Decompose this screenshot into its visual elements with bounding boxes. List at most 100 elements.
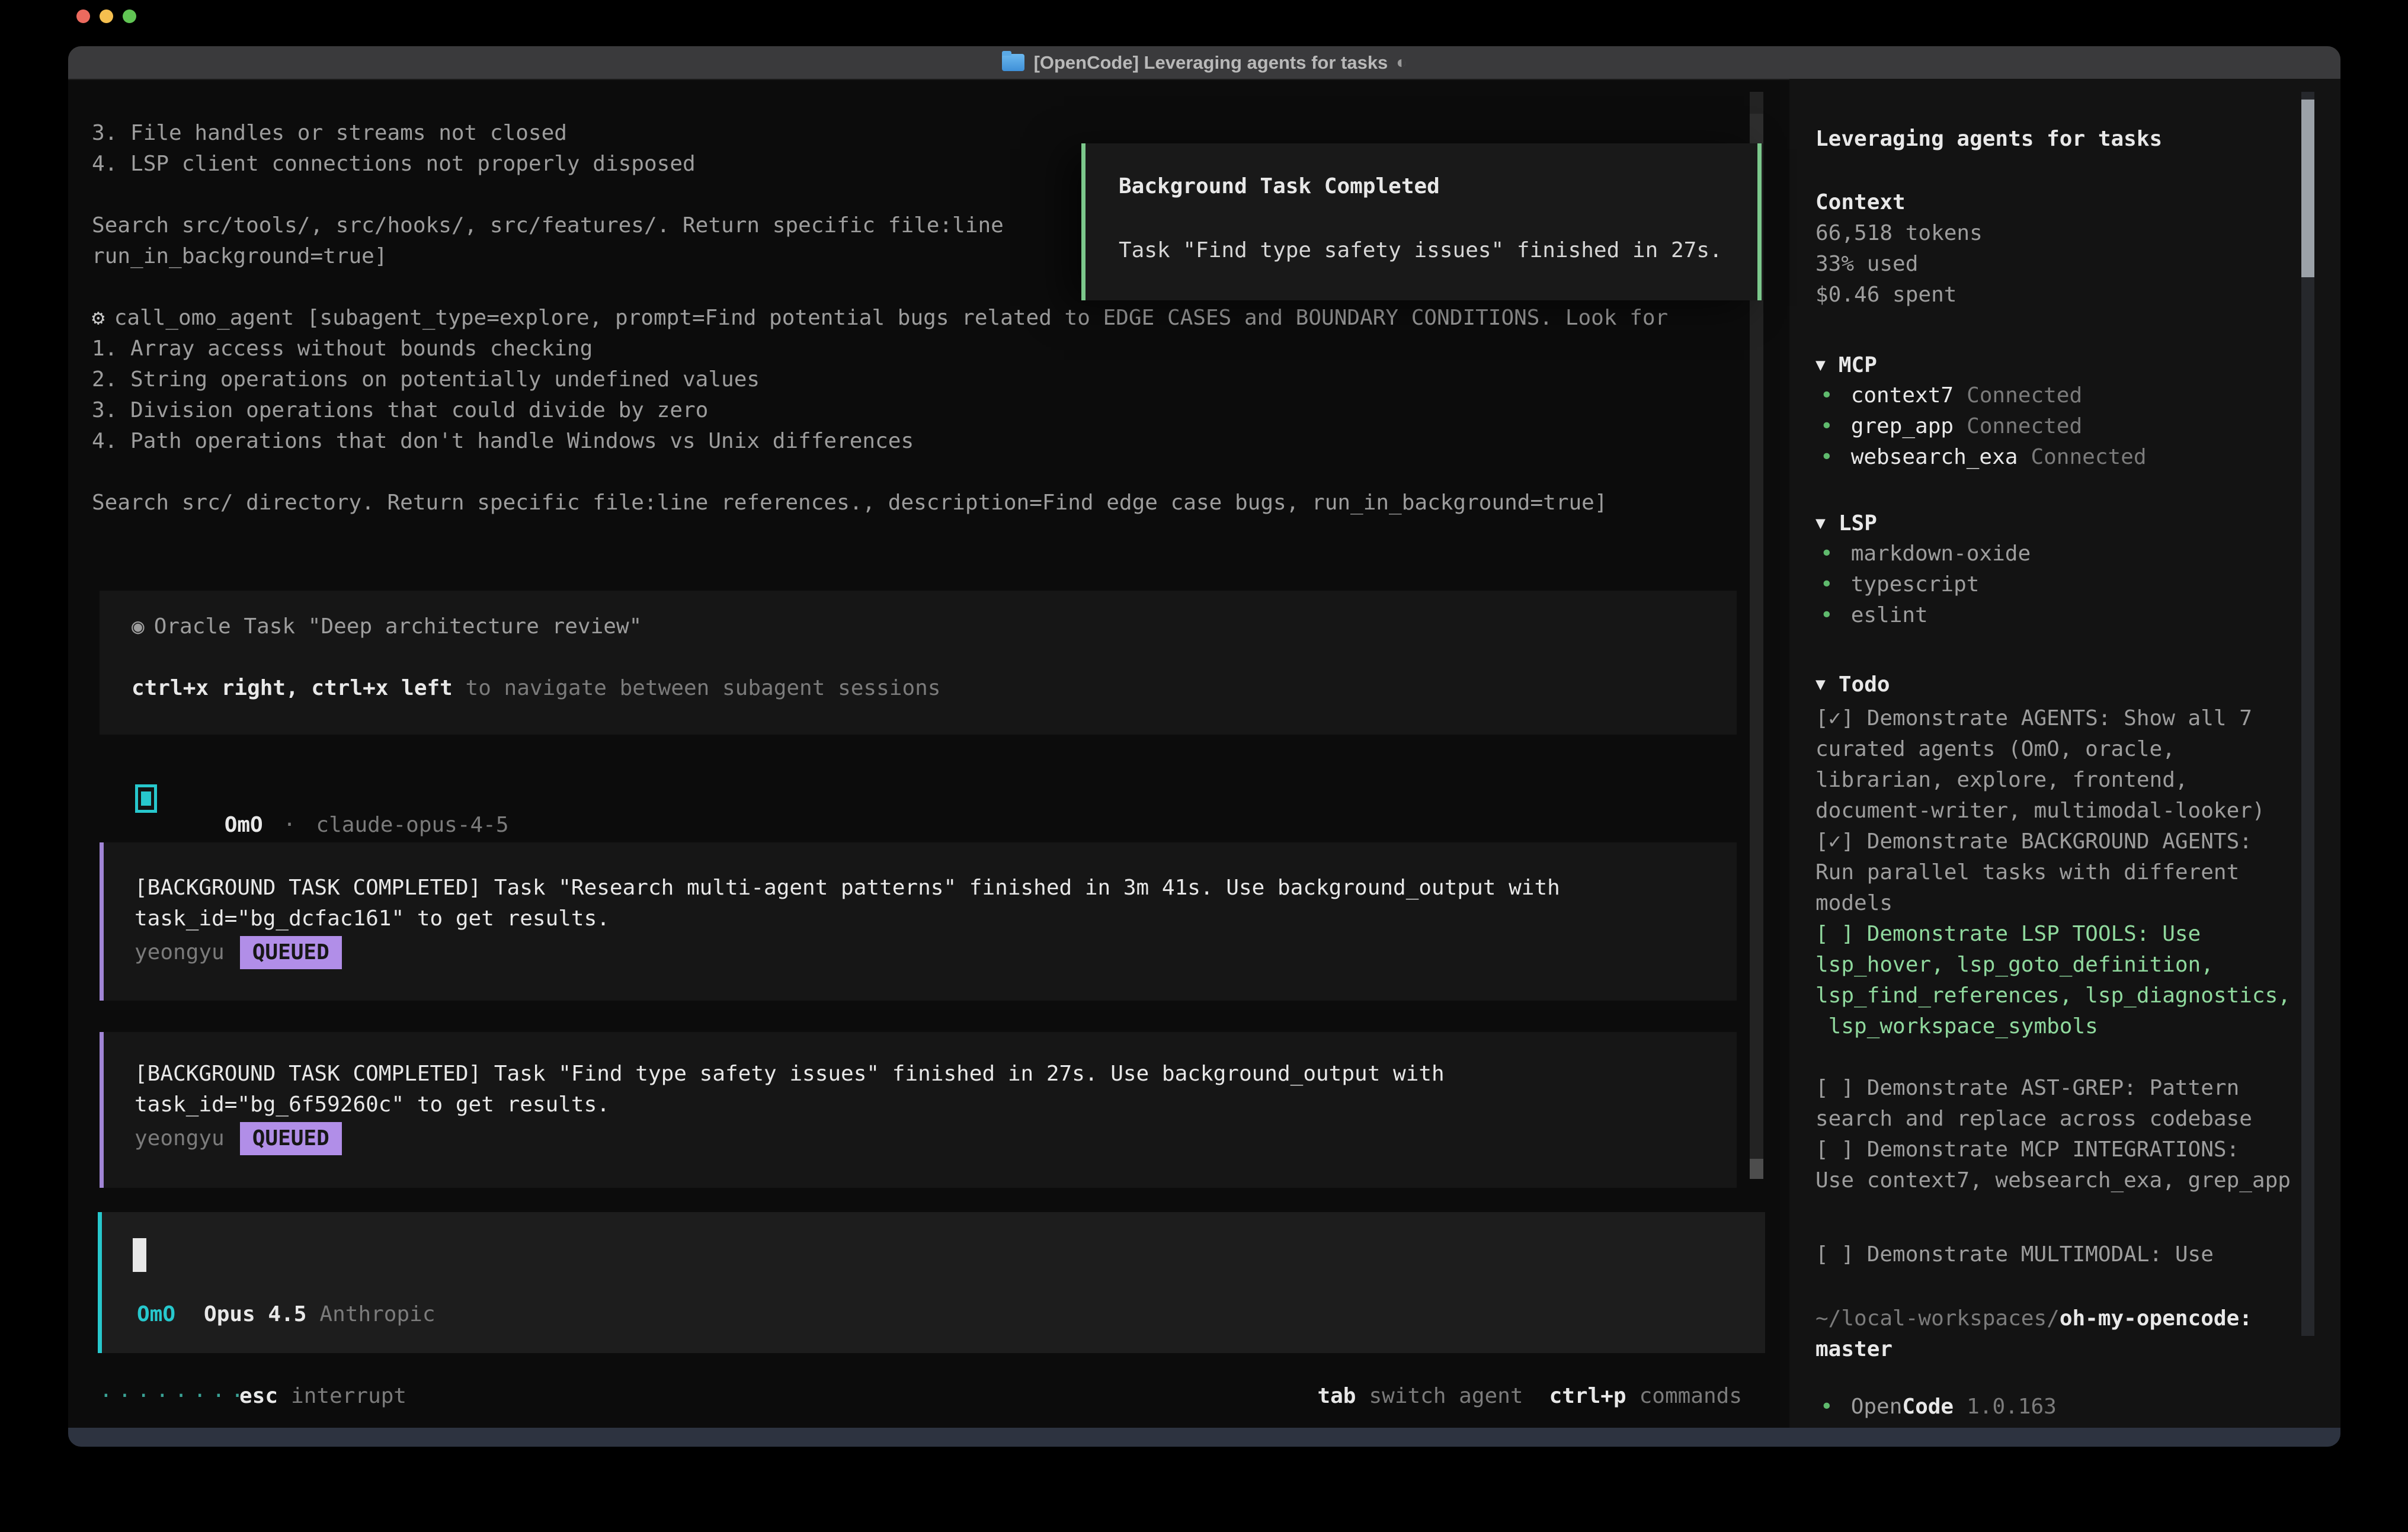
version-number: 1.0.163 (1967, 1395, 2057, 1419)
session-title: Leveraging agents for tasks (1815, 126, 2162, 153)
window-title: [OpenCode] Leveraging agents for tasks (1034, 52, 1388, 73)
chevron-down-icon: ▼ (1815, 355, 1826, 374)
close-button[interactable] (76, 9, 90, 23)
tool-call-line: ⚙call_omo_agent [subagent_type=explore, … (92, 305, 1668, 332)
task-meta-row: yeongyu QUEUED (135, 1122, 342, 1155)
separator-dot: · (283, 813, 296, 837)
input-model-row: OmO Opus 4.5 Anthropic (137, 1301, 436, 1328)
todo-line: Use context7, websearch_exa, grep_app (1815, 1167, 2291, 1194)
todo-line: [ ] Demonstrate MULTIMODAL: Use (1815, 1241, 2214, 1268)
scrollback-line: run_in_background=true] (92, 243, 388, 270)
input-model-name: Opus 4.5 (204, 1302, 306, 1326)
chevron-down-icon: ▼ (1815, 513, 1826, 533)
statusbar-right: tabswitch agentctrl+pcommands (1317, 1383, 1742, 1410)
todo-line: librarian, explore, frontend, (1815, 767, 2188, 794)
todo-line: Run parallel tasks with different (1815, 859, 2239, 886)
gear-icon: ⚙ (92, 306, 105, 330)
task-message-line: task_id="bg_6f59260c" to get results. (135, 1091, 610, 1118)
context-spent: $0.46 spent (1815, 281, 1956, 309)
oracle-task-box: ◉Oracle Task "Deep architecture review" … (100, 591, 1737, 735)
window-bottom-strip (68, 1428, 2340, 1447)
input-agent-name: OmO (137, 1302, 175, 1326)
scrollback-line: Search src/tools/, src/hooks/, src/featu… (92, 212, 1004, 239)
minimize-button[interactable] (100, 9, 113, 23)
task-message-line: [BACKGROUND TASK COMPLETED] Task "Resear… (135, 874, 1560, 902)
todo-line: [ ] Demonstrate AST-GREP: Pattern (1815, 1075, 2239, 1102)
mcp-item: •context7Connected (1820, 382, 2082, 409)
tab-key-hint: tab (1317, 1384, 1356, 1408)
context-heading: Context (1815, 189, 1906, 216)
input-provider: Anthropic (319, 1302, 435, 1326)
workspace-branch: master (1815, 1336, 1893, 1363)
mcp-item: •websearch_exaConnected (1820, 444, 2147, 471)
version-row: •OpenCode1.0.163 (1820, 1393, 2057, 1421)
context-used: 33% used (1815, 251, 1918, 278)
text-cursor (133, 1238, 146, 1272)
chevron-down-icon: ▼ (1815, 674, 1826, 694)
status-badge: QUEUED (240, 936, 342, 969)
oracle-task-hint: ctrl+x right, ctrl+x left to navigate be… (132, 675, 940, 702)
scrollback-line: 2. String operations on potentially unde… (92, 366, 760, 393)
toast-body: Task "Find type safety issues" finished … (1119, 237, 1722, 264)
folder-icon (1002, 54, 1024, 71)
task-message-line: task_id="bg_dcfac161" to get results. (135, 905, 610, 932)
agent-name: OmO (225, 813, 263, 837)
mcp-section-header[interactable]: ▼MCP (1815, 351, 1877, 379)
main-scrollbar-thumb[interactable] (1750, 1159, 1763, 1179)
bullet-icon: • (1820, 572, 1833, 597)
scrollback-line: 4. LSP client connections not properly d… (92, 150, 696, 178)
bullet-icon: • (1820, 383, 1833, 408)
todo-section-header[interactable]: ▼Todo (1815, 671, 1890, 698)
todo-line: [ ] Demonstrate MCP INTEGRATIONS: (1815, 1136, 2239, 1164)
ctrlp-key-hint: ctrl+p (1549, 1384, 1626, 1408)
task-user: yeongyu (135, 940, 225, 964)
toast-title: Background Task Completed (1119, 173, 1440, 200)
workspace-path: ~/local-workspaces/oh-my-opencode: (1815, 1305, 2252, 1332)
scrollback-line: 3. File handles or streams not closed (92, 120, 567, 147)
background-task-box: [BACKGROUND TASK COMPLETED] Task "Resear… (100, 842, 1737, 1001)
notification-toast[interactable]: Background Task Completed Task "Find typ… (1081, 143, 1762, 300)
esc-key-hint: esc (239, 1384, 278, 1408)
todo-line-active: lsp_hover, lsp_goto_definition, (1815, 951, 2214, 979)
bullet-icon: • (1820, 414, 1833, 438)
todo-line-active: lsp_find_references, lsp_diagnostics, (1815, 982, 2291, 1009)
agent-model: claude-opus-4-5 (316, 813, 508, 837)
bullet-icon: • (1820, 445, 1833, 469)
scrollback-line: 1. Array access without bounds checking (92, 335, 593, 363)
status-badge: QUEUED (240, 1122, 342, 1155)
half-circle-icon: ◐ (1396, 53, 1407, 73)
task-message-line: [BACKGROUND TASK COMPLETED] Task "Find t… (135, 1060, 1445, 1088)
main-scrollbar-thumb[interactable] (1750, 114, 1763, 143)
desktop: [OpenCode] Leveraging agents for tasks ◐… (0, 0, 2408, 1532)
todo-line-active: [ ] Demonstrate LSP TOOLS: Use (1815, 921, 2201, 948)
lsp-item: •eslint (1820, 602, 1928, 629)
todo-line-active: lsp_workspace_symbols (1815, 1013, 2098, 1040)
lsp-section-header[interactable]: ▼LSP (1815, 509, 1877, 537)
scrollback-line: 3. Division operations that could divide… (92, 397, 708, 424)
sidebar-scrollbar-track[interactable] (2301, 92, 2314, 1336)
todo-line: document-writer, multimodal-looker) (1815, 797, 2265, 825)
task-user: yeongyu (135, 1126, 225, 1150)
scrollback-line: 4. Path operations that don't handle Win… (92, 428, 914, 455)
lsp-item: •typescript (1820, 571, 1979, 598)
lsp-item: •markdown-oxide (1820, 540, 2031, 568)
title-bar: [OpenCode] Leveraging agents for tasks ◐ (68, 46, 2340, 80)
todo-line: models (1815, 890, 1893, 917)
bullet-icon: • (1820, 1395, 1833, 1419)
context-tokens: 66,518 tokens (1815, 220, 1983, 247)
mcp-item: •grep_appConnected (1820, 413, 2082, 440)
prompt-input[interactable]: OmO Opus 4.5 Anthropic (98, 1212, 1765, 1353)
todo-line: [✓] Demonstrate BACKGROUND AGENTS: (1815, 828, 2252, 855)
todo-line: [✓] Demonstrate AGENTS: Show all 7 (1815, 705, 2252, 732)
statusbar-left: escinterrupt (239, 1383, 406, 1410)
task-meta-row: yeongyu QUEUED (135, 936, 342, 969)
maximize-button[interactable] (123, 9, 136, 23)
record-dot-icon: ◉ (132, 614, 145, 639)
todo-line: search and replace across codebase (1815, 1105, 2252, 1133)
bullet-icon: • (1820, 541, 1833, 566)
scrollback-line: Search src/ directory. Return specific f… (92, 489, 1608, 517)
keyboard-shortcut: ctrl+x right, ctrl+x left (132, 676, 453, 700)
background-task-box: [BACKGROUND TASK COMPLETED] Task "Find t… (100, 1032, 1737, 1188)
agent-omo-icon (135, 784, 157, 813)
sidebar-scrollbar-thumb[interactable] (2301, 100, 2314, 277)
